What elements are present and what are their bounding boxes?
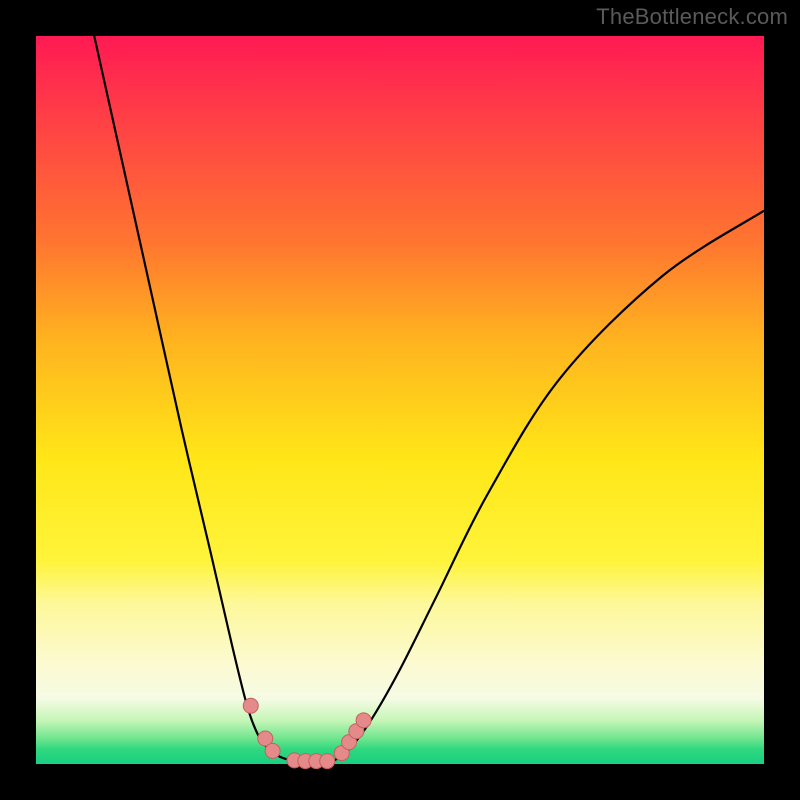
highlight-markers <box>243 698 371 768</box>
watermark-text: TheBottleneck.com <box>596 4 788 30</box>
series-right-arm <box>334 211 764 761</box>
marker-point <box>356 713 371 728</box>
curve-svg <box>36 36 764 764</box>
chart-frame: TheBottleneck.com <box>0 0 800 800</box>
plot-area <box>36 36 764 764</box>
marker-point <box>243 698 258 713</box>
marker-point <box>265 743 280 758</box>
marker-point <box>320 754 335 769</box>
series-lines <box>94 36 764 762</box>
series-left-arm <box>94 36 291 760</box>
